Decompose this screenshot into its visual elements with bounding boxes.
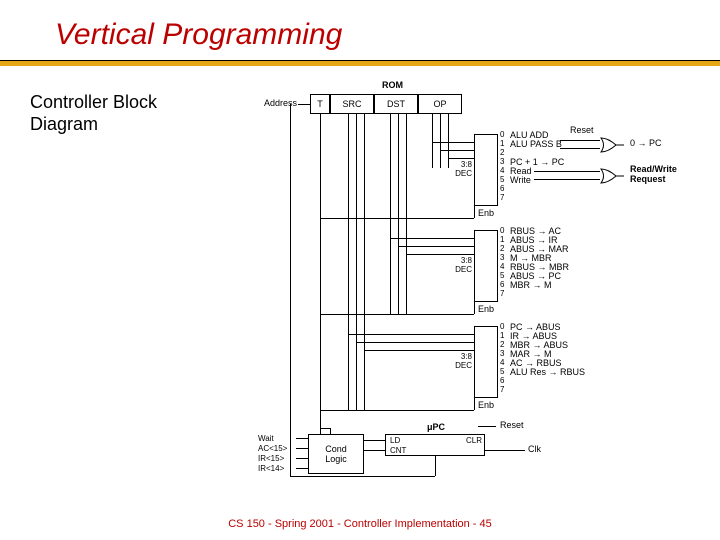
cond-in-0: Wait [258,434,274,443]
dec2-enb: Enb [478,304,494,314]
op-bus-2 [440,114,441,168]
rom-field-dst: DST [374,94,418,114]
upc-label: μPC [427,422,445,432]
src-bus-2 [356,114,357,410]
or-gate-2 [600,168,626,184]
dec3-enb-wire [320,410,474,411]
cond-in-2: IR<15> [258,454,284,463]
gate2-out-a: Read/Write [630,164,677,174]
t-bus [320,114,321,450]
reset-bottom: Reset [500,420,524,430]
dec3-label: 3:8 DEC [446,352,472,370]
dst-bus-2 [398,114,399,314]
reset-label: Reset [570,125,594,135]
dec1-enb-wire [320,218,474,219]
cond-in-3: IR<14> [258,464,284,473]
src-bus-1 [348,114,349,410]
rom-field-src-text: SRC [342,99,361,109]
rom-field-src: SRC [330,94,374,114]
subtitle: Controller Block Diagram [30,92,157,135]
gate1-out: 0 → PC [630,138,662,148]
dec3-enb: Enb [478,400,494,410]
gate2-out-b: Request [630,174,666,184]
clk-label: Clk [528,444,541,454]
upc-cnt: CNT [390,446,406,455]
dst-bus-3 [406,114,407,314]
op-bus-1 [432,114,433,168]
title-underline [0,60,720,66]
or-gate-1 [600,137,626,153]
dec1-label: 3:8 DEC [446,160,472,178]
cond-logic-box: Cond Logic [308,434,364,474]
dec1-out5: Write [510,175,531,185]
src-bus-3 [364,114,365,410]
dec2-enb-wire [320,314,474,315]
dec2-label: 3:8 DEC [446,256,472,274]
cond-logic-label: Cond Logic [325,444,347,464]
footer: CS 150 - Spring 2001 - Controller Implem… [228,518,492,530]
decoder-3 [474,326,498,398]
rom-field-t-text: T [317,99,323,109]
rom-field-op: OP [418,94,462,114]
upc-clr: CLR [466,436,482,445]
rom-field-op-text: OP [433,99,446,109]
addr-wire [298,104,310,105]
upc-ld: LD [390,436,400,445]
rom-field-t: T [310,94,330,114]
decoder-2 [474,230,498,302]
dec2-out6: MBR → M [510,280,552,290]
rom-field-dst-text: DST [387,99,405,109]
page-title: Vertical Programming [55,18,342,52]
rom-label: ROM [382,80,403,90]
decoder-1 [474,134,498,206]
dec1-enb: Enb [478,208,494,218]
address-label: Address [264,98,297,108]
dec3-out5: ALU Res → RBUS [510,367,585,377]
controller-block-diagram: ROM Address T SRC DST OP 3:8 DEC Enb 0 1… [270,80,700,500]
dec1-out1: ALU PASS B [510,139,562,149]
cond-in-1: AC<15> [258,444,287,453]
dst-bus-1 [390,114,391,314]
